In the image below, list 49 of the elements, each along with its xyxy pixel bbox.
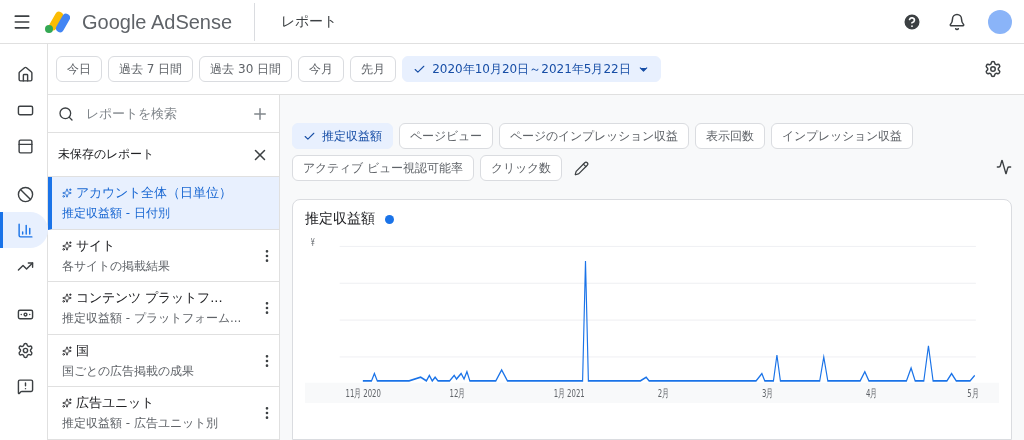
report-subtitle: 推定収益額 - 日付別	[62, 205, 171, 222]
chart-title: 推定収益額	[305, 210, 375, 228]
axis-label: 1月 2021	[553, 386, 585, 400]
metric-chip[interactable]: ページビュー	[399, 123, 493, 149]
report-subtitle: 各サイトの掲載結果	[62, 257, 171, 275]
page-title: レポート	[281, 12, 339, 31]
edit-icon[interactable]	[573, 160, 589, 176]
date-range-chip[interactable]: 過去 7 日間	[108, 56, 194, 82]
help-icon[interactable]	[902, 11, 922, 32]
date-range-chip[interactable]: 2020年10月20日～2021年5月22日	[402, 56, 661, 82]
report-title: コンテンツ プラットフ...	[76, 289, 223, 308]
sparkle-icon	[62, 293, 72, 304]
date-range-chip[interactable]: 先月	[350, 56, 397, 82]
date-range-chip[interactable]: 過去 30 日間	[199, 56, 293, 82]
product-name: Google AdSense	[82, 2, 256, 41]
report-item[interactable]: アカウント全体（日単位） 推定収益額 - 日付別	[48, 177, 279, 230]
y-unit: ¥	[310, 236, 315, 249]
axis-label: 3月	[761, 386, 774, 400]
axis-label: 12月	[449, 386, 466, 400]
axis-label: 11月 2020	[345, 386, 381, 400]
report-title: アカウント全体（日単位）	[76, 184, 232, 202]
sparkle-icon	[62, 240, 72, 251]
metric-chip[interactable]: 推定収益額	[292, 123, 393, 149]
axis-label: 5月	[967, 386, 979, 400]
unsaved-report-label: 未保存のレポート	[58, 146, 155, 164]
report-title: 国	[76, 341, 89, 360]
report-subtitle: 推定収益額 - 広告ユニット別	[62, 415, 219, 433]
date-range-chip[interactable]: 今日	[56, 56, 102, 82]
settings-icon[interactable]	[984, 60, 1002, 78]
metric-chip[interactable]: クリック数	[479, 155, 562, 181]
axis-label: 4月	[866, 386, 878, 400]
report-title: サイト	[76, 236, 115, 255]
report-title: 広告ユニット	[76, 394, 154, 413]
report-subtitle: 推定収益額 - プラットフォーム...	[62, 310, 243, 328]
bar-chart-icon[interactable]	[0, 212, 48, 248]
report-subtitle: 国ごとの広告掲載の成果	[62, 362, 195, 380]
axis-label: 2月	[657, 386, 669, 400]
sparkle-icon	[62, 188, 72, 198]
sparkle-icon	[62, 345, 72, 356]
notifications-icon[interactable]	[948, 12, 966, 31]
search-icon[interactable]	[58, 105, 74, 122]
metric-chip[interactable]: ページのインプレッション収益	[499, 123, 689, 149]
sparkle-icon	[62, 398, 72, 409]
metric-chip[interactable]: 表示回数	[695, 123, 765, 149]
metric-chip[interactable]: インプレッション収益	[771, 123, 913, 149]
metric-chip[interactable]: アクティブ ビュー視認可能率	[292, 155, 474, 181]
date-range-chip[interactable]: 今月	[298, 56, 345, 82]
trend-icon[interactable]	[996, 159, 1012, 175]
logo-icon	[44, 9, 70, 34]
